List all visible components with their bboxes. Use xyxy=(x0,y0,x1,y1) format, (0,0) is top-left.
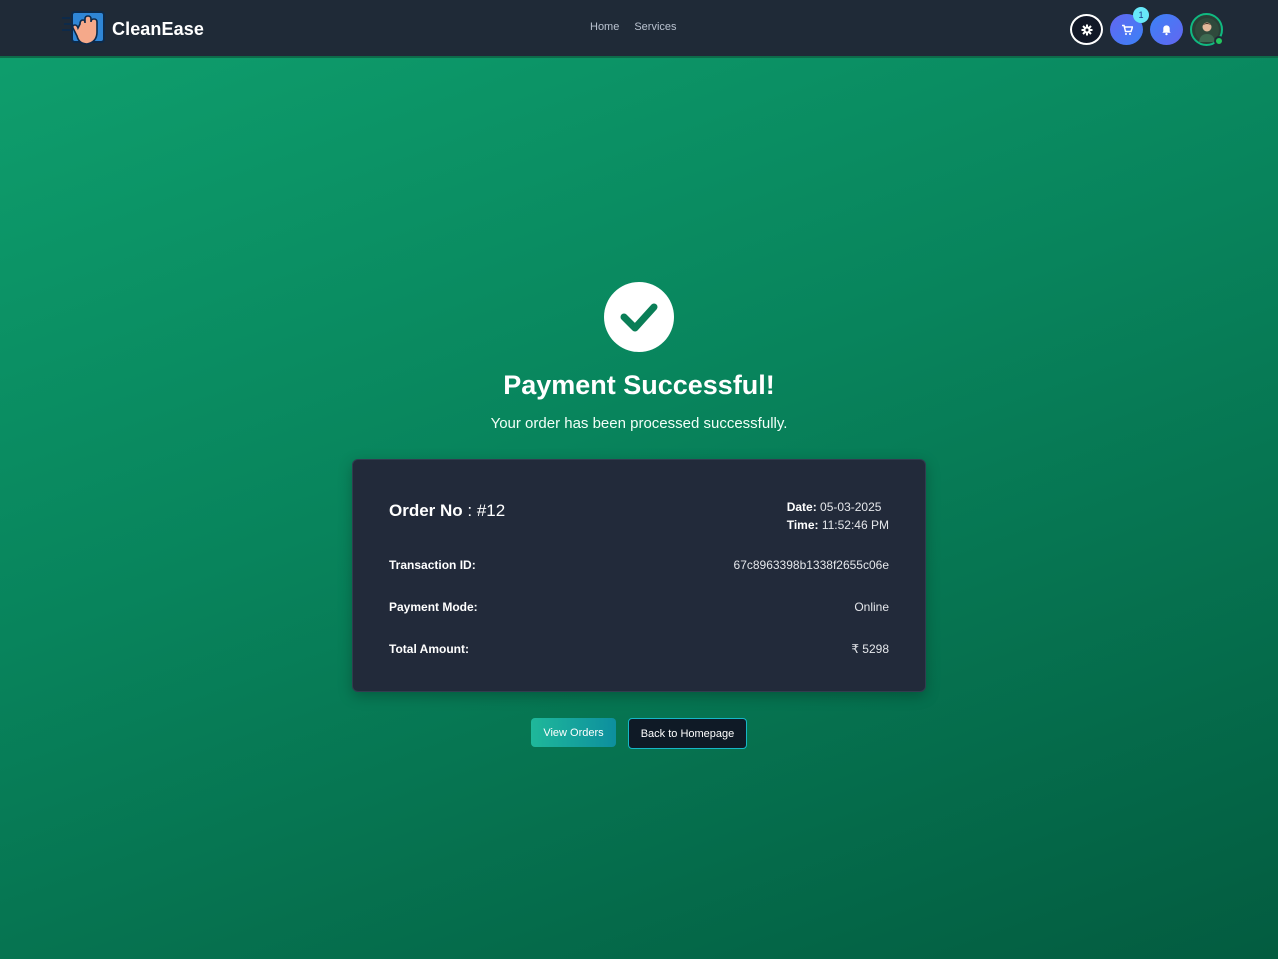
nav-links: Home Services xyxy=(590,21,677,33)
check-circle-icon xyxy=(604,282,674,352)
transaction-id-label: Transaction ID: xyxy=(389,558,476,572)
page-subtitle: Your order has been processed successful… xyxy=(490,415,788,432)
order-time: Time: 11:52:46 PM xyxy=(787,516,889,534)
cart-count-badge: 1 xyxy=(1133,7,1149,23)
order-summary-card: Order No : #12 Date: 05-03-2025 Time: 11… xyxy=(352,459,926,692)
online-status-dot xyxy=(1214,36,1224,46)
bell-icon xyxy=(1162,24,1171,35)
page-title: Payment Successful! xyxy=(503,370,775,400)
payment-mode-label: Payment Mode: xyxy=(389,600,478,614)
transaction-id-value: 67c8963398b1338f2655c06e xyxy=(733,558,889,572)
total-amount-value: ₹ 5298 xyxy=(851,642,889,656)
navbar: CleanEase Home Services 1 xyxy=(0,0,1278,58)
hand-cleaning-logo-icon xyxy=(62,11,105,45)
settings-button[interactable] xyxy=(1070,14,1103,45)
order-time-label: Time: xyxy=(786,518,819,532)
gear-icon xyxy=(1081,24,1092,35)
view-orders-button[interactable]: View Orders xyxy=(531,718,616,747)
cart-icon xyxy=(1121,24,1133,35)
order-datetime: Date: 05-03-2025 Time: 11:52:46 PM xyxy=(787,498,889,534)
order-number-label: Order No xyxy=(389,501,463,520)
brand[interactable]: CleanEase xyxy=(62,10,204,48)
notifications-button[interactable] xyxy=(1150,14,1183,45)
check-icon xyxy=(620,303,658,332)
brand-name: CleanEase xyxy=(112,18,204,39)
payment-mode-value: Online xyxy=(854,600,889,614)
back-to-homepage-button[interactable]: Back to Homepage xyxy=(628,718,747,749)
cart-button[interactable]: 1 xyxy=(1110,7,1149,45)
total-amount-label: Total Amount: xyxy=(389,642,469,656)
order-time-value: 11:52:46 PM xyxy=(818,518,889,532)
user-avatar[interactable] xyxy=(1190,13,1224,46)
nav-link-home[interactable]: Home xyxy=(590,21,619,33)
payment-mode-row: Payment Mode: Online xyxy=(389,600,889,616)
order-number-value: : #12 xyxy=(462,501,506,520)
order-date-value: 05-03-2025 xyxy=(816,500,882,514)
transaction-id-row: Transaction ID: 67c8963398b1338f2655c06e xyxy=(389,558,889,574)
nav-actions: 1 xyxy=(1070,7,1224,46)
order-date-label: Date: xyxy=(786,500,817,514)
nav-link-services[interactable]: Services xyxy=(634,21,676,33)
order-number: Order No : #12 xyxy=(389,501,505,521)
order-date: Date: 05-03-2025 xyxy=(787,498,889,516)
total-amount-row: Total Amount: ₹ 5298 xyxy=(389,642,889,658)
